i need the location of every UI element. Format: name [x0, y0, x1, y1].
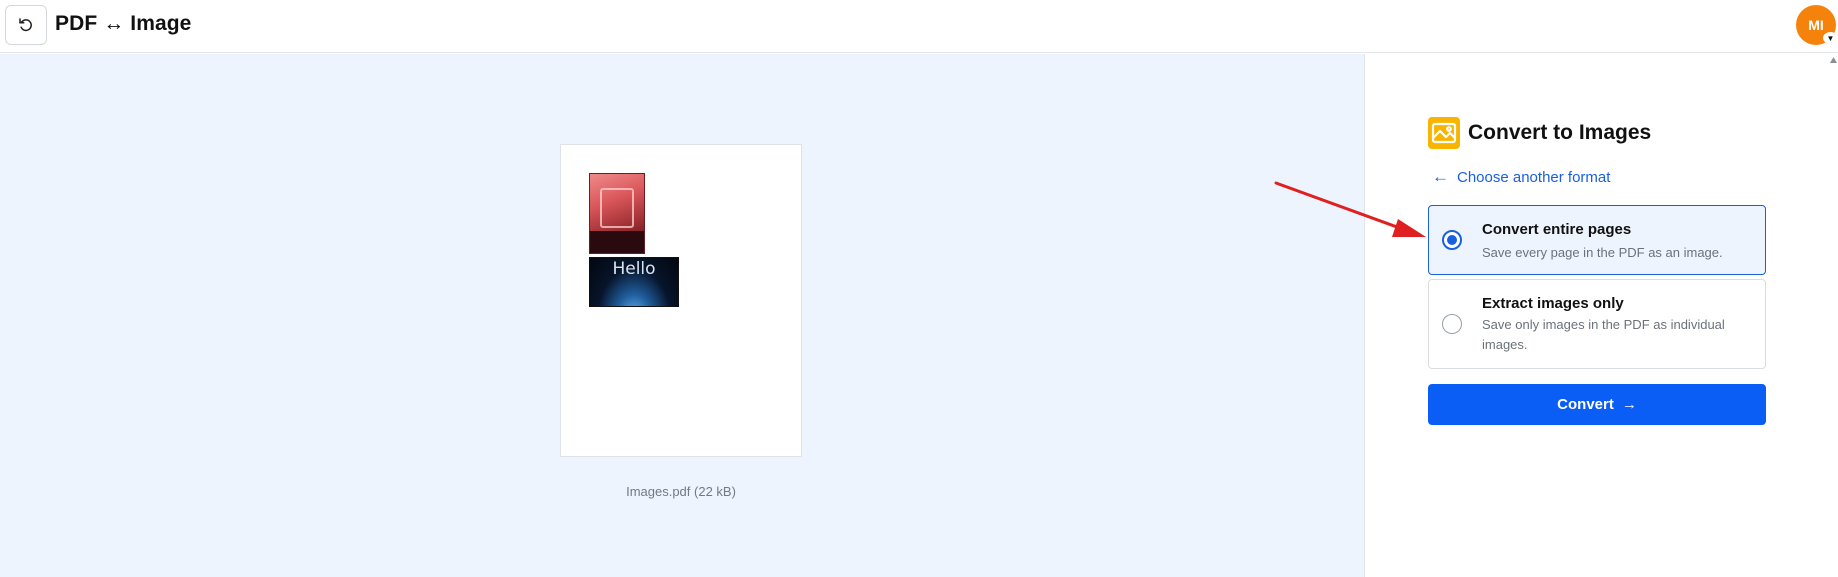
panel-header: Convert to Images — [1428, 117, 1651, 149]
option-description: Save every page in the PDF as an image. — [1482, 245, 1723, 260]
chevron-down-icon[interactable]: ▼ — [1823, 32, 1838, 44]
radio-extract-images-only[interactable] — [1442, 314, 1462, 334]
thumbnail-hello-text: Hello — [612, 259, 656, 279]
option-extract-images-only[interactable]: Extract images only Save only images in … — [1428, 279, 1766, 369]
option-title: Convert entire pages — [1482, 221, 1632, 238]
rotate-ccw-icon — [19, 18, 32, 32]
page-title: PDF ↔ Image — [55, 12, 192, 35]
pdf-page-preview: Hello — [560, 144, 802, 457]
choose-another-format-link[interactable]: ← Choose another format — [1432, 167, 1610, 187]
option-title: Extract images only — [1482, 295, 1624, 312]
neon-sign-thumbnail — [589, 173, 645, 254]
option-convert-entire-pages[interactable]: Convert entire pages Save every page in … — [1428, 205, 1766, 275]
arrow-right-icon: → — [1621, 396, 1637, 413]
hello-earth-thumbnail: Hello — [589, 257, 679, 307]
convert-label: Convert — [1557, 396, 1614, 413]
annotation-arrow-icon — [1274, 181, 1426, 237]
arrow-left-icon: ← — [1432, 167, 1449, 186]
choose-another-format-label: Choose another format — [1457, 168, 1611, 186]
radio-convert-entire-pages[interactable] — [1442, 230, 1462, 250]
option-description: Save only images in the PDF as individua… — [1482, 317, 1725, 352]
file-name-label: Images.pdf (22 kB) — [626, 484, 736, 499]
panel-title: Convert to Images — [1468, 121, 1652, 144]
scroll-up-icon[interactable] — [1829, 56, 1838, 64]
top-bar: PDF ↔ Image MI ▼ — [0, 0, 1838, 53]
convert-button[interactable]: Convert → — [1428, 384, 1766, 425]
preview-area: Hello Images.pdf (22 kB) — [0, 54, 1364, 577]
image-icon — [1428, 117, 1460, 149]
reset-button[interactable] — [5, 5, 47, 45]
